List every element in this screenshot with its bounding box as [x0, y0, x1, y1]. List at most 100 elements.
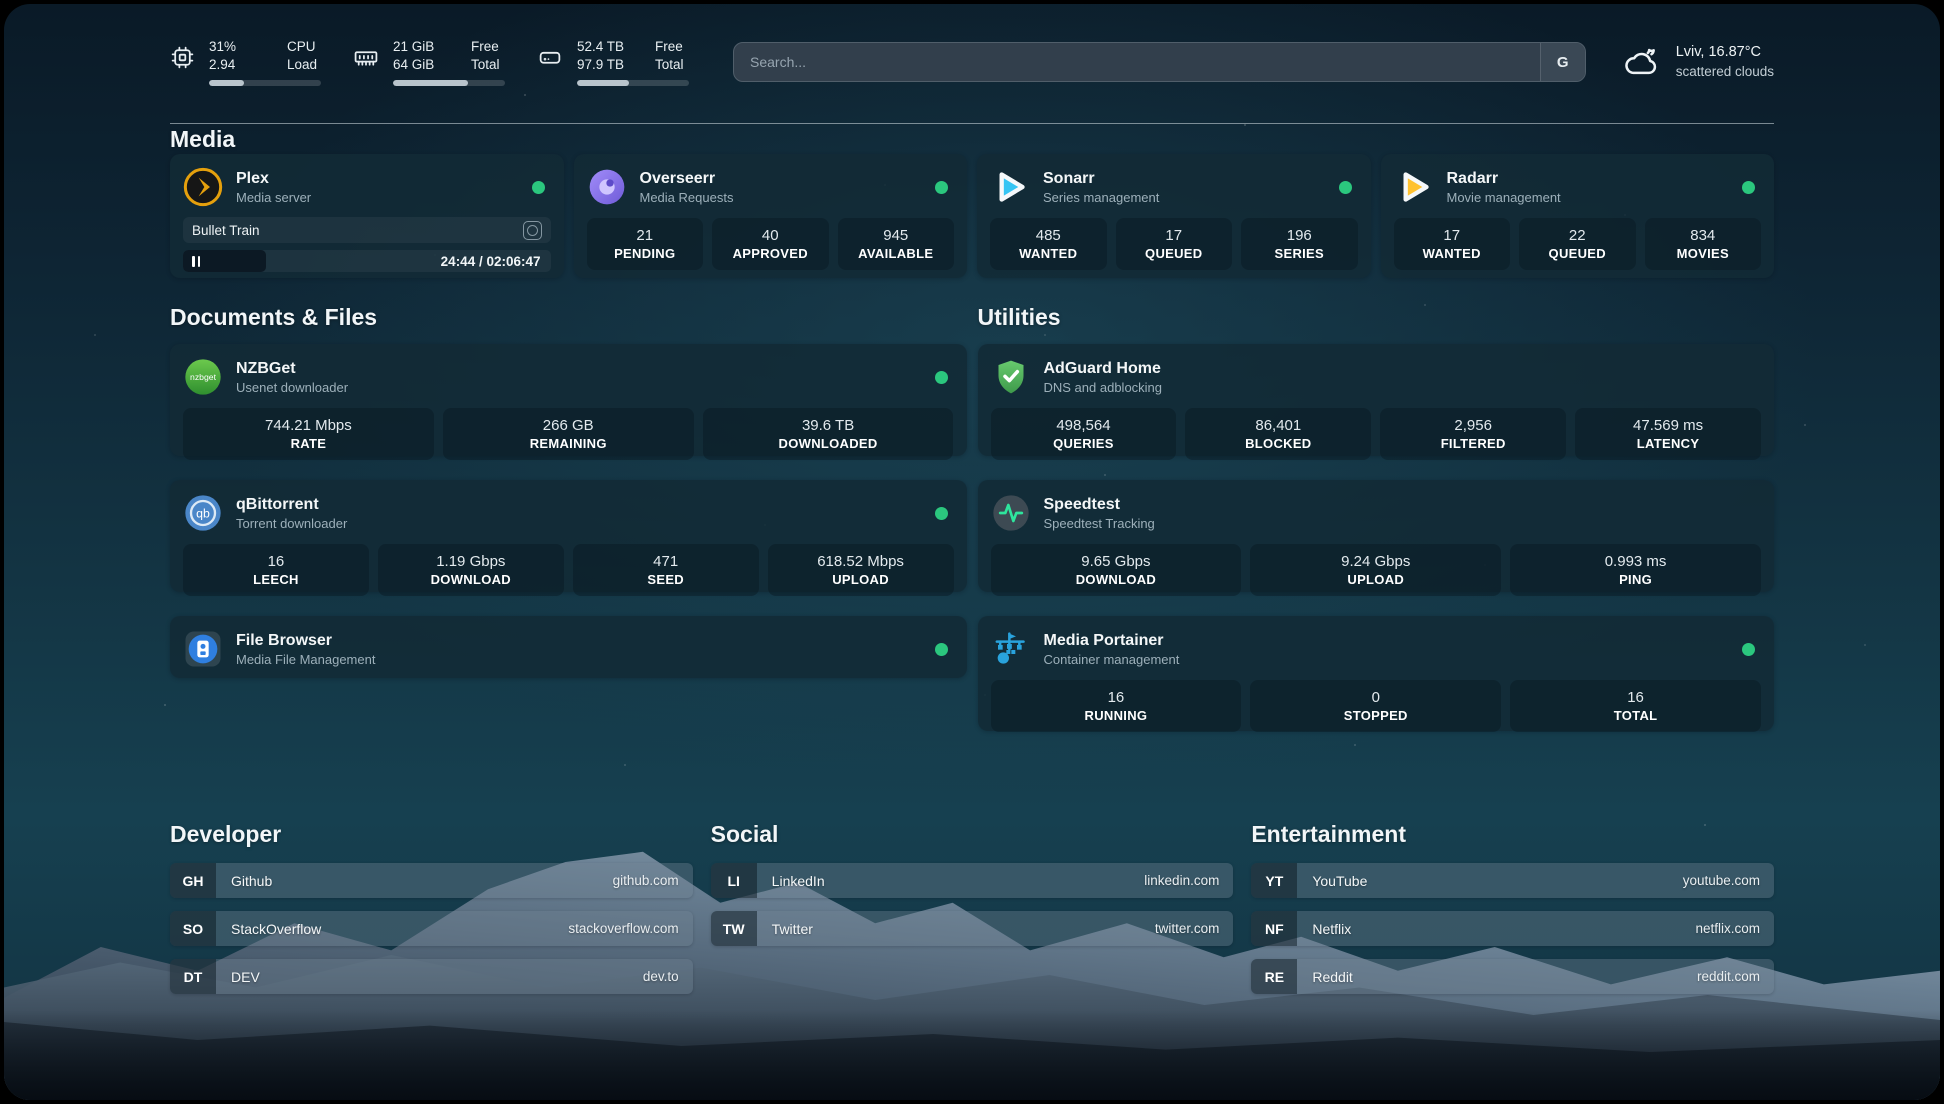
bookmark-url: youtube.com	[1683, 863, 1774, 898]
bookmark-linkedin[interactable]: LILinkedInlinkedin.com	[711, 863, 1234, 898]
service-title: NZBGet	[236, 359, 922, 379]
top-bar: 31% 2.94 CPU Load	[170, 34, 1774, 90]
status-dot	[935, 643, 948, 656]
qbittorrent-header: qb qBittorrent Torrent downloader	[183, 491, 954, 535]
portainer-icon	[991, 629, 1031, 669]
service-subtitle: Media Requests	[640, 189, 923, 206]
cpu-usage-label: CPU	[287, 38, 331, 56]
service-title: File Browser	[236, 631, 922, 651]
developer-bookmark-list: GHGithubgithub.com SOStackOverflowstackov…	[170, 863, 693, 994]
stat-box: 39.6 TBDOWNLOADED	[703, 408, 954, 460]
cpu-icon	[170, 38, 195, 70]
stat-label: WANTED	[1423, 245, 1481, 263]
qbittorrent-icon: qb	[183, 493, 223, 533]
radarr-stats: 17WANTED22QUEUED834MOVIES	[1394, 218, 1762, 270]
card-speedtest[interactable]: Speedtest Speedtest Tracking 9.65 GbpsDO…	[978, 480, 1775, 592]
service-title: Radarr	[1447, 169, 1730, 189]
service-subtitle: Speedtest Tracking	[1044, 515, 1762, 532]
stat-box: 22QUEUED	[1519, 218, 1636, 270]
stat-box: 618.52 MbpsUPLOAD	[768, 544, 954, 596]
card-portainer[interactable]: Media Portainer Container management 16R…	[978, 616, 1775, 731]
bookmark-netflix[interactable]: NFNetflixnetflix.com	[1251, 911, 1774, 946]
card-sonarr[interactable]: Sonarr Series management 485WANTED17QUEU…	[977, 154, 1371, 278]
section-title-social: Social	[711, 819, 1234, 849]
bookmark-name: Netflix	[1297, 911, 1695, 946]
plex-icon	[183, 167, 223, 207]
stat-label: DOWNLOAD	[1076, 571, 1156, 589]
radarr-header: Radarr Movie management	[1394, 165, 1762, 209]
stat-label: SEED	[647, 571, 684, 589]
service-subtitle: Series management	[1043, 189, 1326, 206]
card-qbittorrent[interactable]: qb qBittorrent Torrent downloader 16LEEC…	[170, 480, 967, 592]
status-dot	[935, 507, 948, 520]
stat-value: 498,564	[1056, 416, 1110, 435]
stat-value: 471	[653, 552, 678, 571]
card-radarr[interactable]: Radarr Movie management 17WANTED 22QUEUED…	[1381, 154, 1775, 278]
stat-value: 0	[1372, 688, 1380, 707]
stat-box: 40APPROVED	[712, 218, 829, 270]
service-subtitle: Media File Management	[236, 651, 922, 668]
svg-text:qb: qb	[196, 506, 210, 520]
service-title: Media Portainer	[1044, 631, 1730, 651]
stat-box: 0STOPPED	[1250, 680, 1501, 732]
bookmark-name: Github	[216, 863, 613, 898]
stat-box: 485WANTED	[990, 218, 1107, 270]
service-subtitle: Media server	[236, 189, 519, 206]
stat-label: LATENCY	[1637, 435, 1700, 453]
service-title: Speedtest	[1044, 495, 1762, 515]
bookmark-stackoverflow[interactable]: SOStackOverflowstackoverflow.com	[170, 911, 693, 946]
stat-value: 16	[268, 552, 285, 571]
bookmark-twitter[interactable]: TWTwittertwitter.com	[711, 911, 1234, 946]
stat-label: STOPPED	[1344, 707, 1408, 725]
cpu-usage-value: 31%	[209, 38, 271, 56]
middle-columns: Documents & Files nzbget NZ	[170, 302, 1774, 755]
status-dot	[532, 181, 545, 194]
service-subtitle: Torrent downloader	[236, 515, 922, 532]
bookmark-name: StackOverflow	[216, 911, 568, 946]
card-overseerr[interactable]: Overseerr Media Requests 21PENDING40APPR…	[574, 154, 968, 278]
bookmark-url: github.com	[613, 863, 693, 898]
stat-box: 86,401BLOCKED	[1185, 408, 1371, 460]
stat-label: APPROVED	[733, 245, 808, 263]
memory-progress-bar	[393, 80, 505, 86]
stat-label: AVAILABLE	[858, 245, 933, 263]
bookmark-url: netflix.com	[1695, 911, 1774, 946]
search-provider-button[interactable]: G	[1540, 43, 1585, 81]
card-filebrowser[interactable]: File Browser Media File Management	[170, 616, 967, 678]
search-bar: G	[733, 42, 1586, 82]
cloud-icon	[1622, 45, 1662, 79]
stat-value: 266 GB	[543, 416, 594, 435]
bookmark-dev[interactable]: DTDEVdev.to	[170, 959, 693, 994]
bookmark-github[interactable]: GHGithubgithub.com	[170, 863, 693, 898]
service-title: Sonarr	[1043, 169, 1326, 189]
overseerr-stats: 21PENDING40APPROVED945AVAILABLE	[587, 218, 955, 270]
disk-free-value: 52.4 TB	[577, 38, 639, 56]
bookmark-youtube[interactable]: YTYouTubeyoutube.com	[1251, 863, 1774, 898]
disk-progress-fill	[577, 80, 629, 86]
now-playing-title: Bullet Train	[192, 223, 523, 238]
stat-value: 2,956	[1454, 416, 1492, 435]
memory-free-label: Free	[471, 38, 515, 56]
cpu-stat-group: 31% 2.94 CPU Load	[170, 38, 331, 86]
stat-value: 17	[1443, 226, 1460, 245]
stat-box: 47.569 msLATENCY	[1575, 408, 1761, 460]
documents-column: Documents & Files nzbget NZ	[170, 302, 967, 755]
stat-label: SERIES	[1275, 245, 1324, 263]
disk-total-label: Total	[655, 56, 699, 74]
now-playing-row: Bullet Train	[183, 217, 551, 243]
bookmark-reddit[interactable]: RERedditreddit.com	[1251, 959, 1774, 994]
card-nzbget[interactable]: nzbget NZBGet Usenet downloader 744.21 M…	[170, 344, 967, 456]
cpu-progress-bar	[209, 80, 321, 86]
stat-label: PENDING	[614, 245, 675, 263]
weather-condition: scattered clouds	[1676, 62, 1774, 81]
search-input[interactable]	[734, 43, 1540, 81]
cpu-load-value: 2.94	[209, 56, 271, 74]
card-plex[interactable]: Plex Media server Bullet Train 24:44 / 0…	[170, 154, 564, 278]
pause-button[interactable]	[192, 256, 200, 267]
stat-box: 2,956FILTERED	[1380, 408, 1566, 460]
stat-box: 16LEECH	[183, 544, 369, 596]
playback-progress-fill	[183, 250, 266, 272]
overseerr-header: Overseerr Media Requests	[587, 165, 955, 209]
disk-progress-bar	[577, 80, 689, 86]
card-adguard[interactable]: AdGuard Home DNS and adblocking 498,564Q…	[978, 344, 1775, 456]
